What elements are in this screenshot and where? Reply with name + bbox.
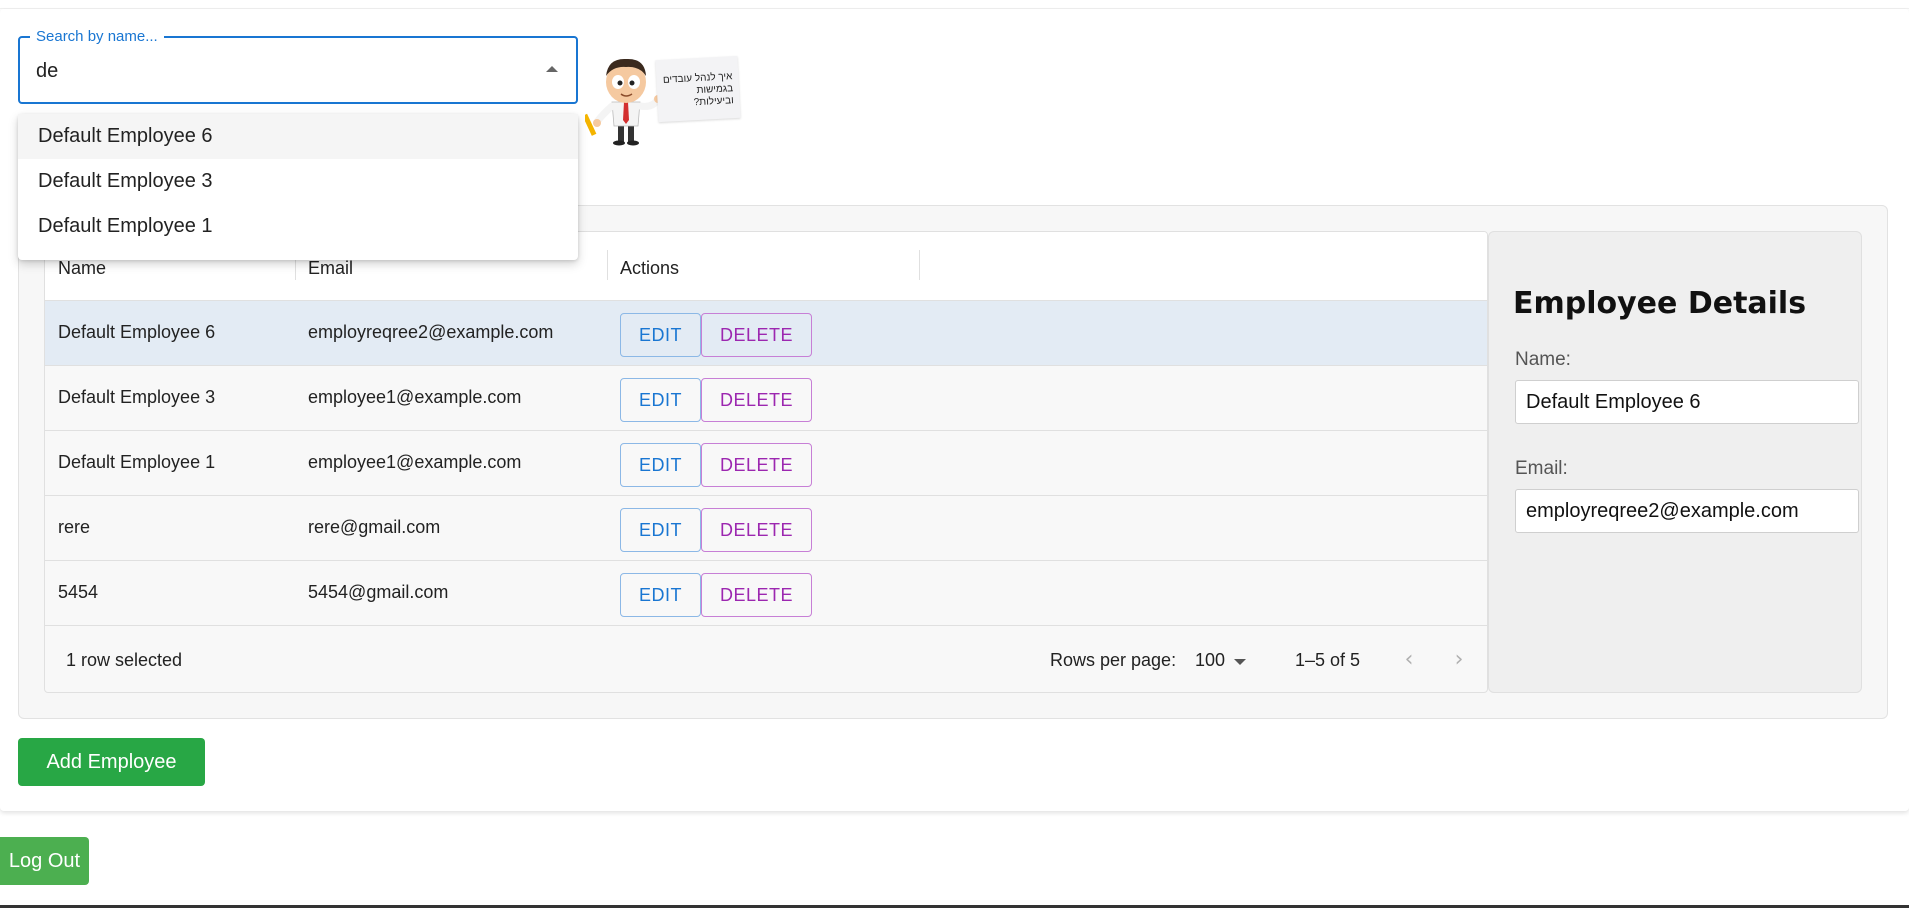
column-separator[interactable] <box>607 250 608 280</box>
search-options-list: Default Employee 6 Default Employee 3 De… <box>18 114 578 260</box>
table-row[interactable]: rere rere@gmail.com EDIT DELETE <box>45 496 1487 561</box>
edit-button[interactable]: EDIT <box>620 443 701 487</box>
selection-count: 1 row selected <box>66 650 183 670</box>
delete-button[interactable]: DELETE <box>701 378 812 422</box>
delete-button[interactable]: DELETE <box>701 313 812 357</box>
cell-name: rere <box>58 517 91 537</box>
name-label: Name: <box>1515 349 1571 370</box>
mascot-illustration: איך לנהל עובדים בגמישות וביעילות? <box>582 50 755 146</box>
delete-button[interactable]: DELETE <box>701 573 812 617</box>
email-field[interactable] <box>1515 489 1859 533</box>
column-header-actions[interactable]: Actions <box>620 258 679 279</box>
delete-button[interactable]: DELETE <box>701 443 812 487</box>
table-row[interactable]: Default Employee 6 employreqree2@example… <box>45 301 1487 366</box>
chevron-left-icon[interactable]: ‹ <box>1397 648 1421 672</box>
employees-datagrid: Name Email Actions Default Employee 6 em… <box>44 231 1488 693</box>
edit-button[interactable]: EDIT <box>620 313 701 357</box>
table-row[interactable]: Default Employee 3 employee1@example.com… <box>45 366 1487 431</box>
table-row[interactable]: 5454 5454@gmail.com EDIT DELETE <box>45 561 1487 626</box>
cell-email: employee1@example.com <box>308 452 522 472</box>
search-input[interactable]: de <box>36 60 58 83</box>
cartoon-man-icon <box>582 58 662 146</box>
cell-email: 5454@gmail.com <box>308 582 449 602</box>
search-label: Search by name... <box>30 28 164 46</box>
rows-per-page-label: Rows per page: <box>1050 650 1177 670</box>
caret-up-icon[interactable] <box>546 66 558 72</box>
mascot-sign-line: בגמישות וביעילות? <box>693 83 734 109</box>
logout-button[interactable]: Log Out <box>0 837 89 885</box>
cell-name: Default Employee 6 <box>58 322 216 342</box>
search-autocomplete[interactable]: Search by name... de <box>18 28 578 104</box>
cell-name: Default Employee 1 <box>58 452 216 472</box>
cell-email: employreqree2@example.com <box>308 322 554 342</box>
table-row[interactable]: Default Employee 1 employee1@example.com… <box>45 431 1487 496</box>
column-header-email[interactable]: Email <box>308 258 353 279</box>
chevron-right-icon[interactable]: › <box>1447 648 1471 672</box>
search-option[interactable]: Default Employee 1 <box>18 204 578 249</box>
name-field[interactable] <box>1515 380 1859 424</box>
delete-button[interactable]: DELETE <box>701 508 812 552</box>
search-option[interactable]: Default Employee 3 <box>18 159 578 204</box>
cell-name: 5454 <box>58 582 99 602</box>
email-label: Email: <box>1515 458 1568 479</box>
details-title: Employee Details <box>1513 286 1807 321</box>
column-header-name[interactable]: Name <box>58 258 106 279</box>
employee-details-panel: Employee Details Name: Email: <box>1488 231 1862 693</box>
add-employee-button[interactable]: Add Employee <box>18 738 205 786</box>
edit-button[interactable]: EDIT <box>620 378 701 422</box>
search-option[interactable]: Default Employee 6 <box>18 114 578 159</box>
cell-name: Default Employee 3 <box>58 387 216 407</box>
rows-per-page-select[interactable]: 100 <box>1195 650 1225 671</box>
caret-down-icon[interactable] <box>1234 659 1246 665</box>
edit-button[interactable]: EDIT <box>620 508 701 552</box>
cell-email: rere@gmail.com <box>308 517 441 537</box>
grid-footer: 1 row selected Rows per page: 100 1–5 of… <box>45 626 1487 692</box>
cell-email: employee1@example.com <box>308 387 522 407</box>
pagination-range: 1–5 of 5 <box>1295 650 1361 670</box>
mascot-sign: איך לנהל עובדים בגמישות וביעילות? <box>655 55 741 123</box>
column-separator[interactable] <box>919 250 920 280</box>
edit-button[interactable]: EDIT <box>620 573 701 617</box>
